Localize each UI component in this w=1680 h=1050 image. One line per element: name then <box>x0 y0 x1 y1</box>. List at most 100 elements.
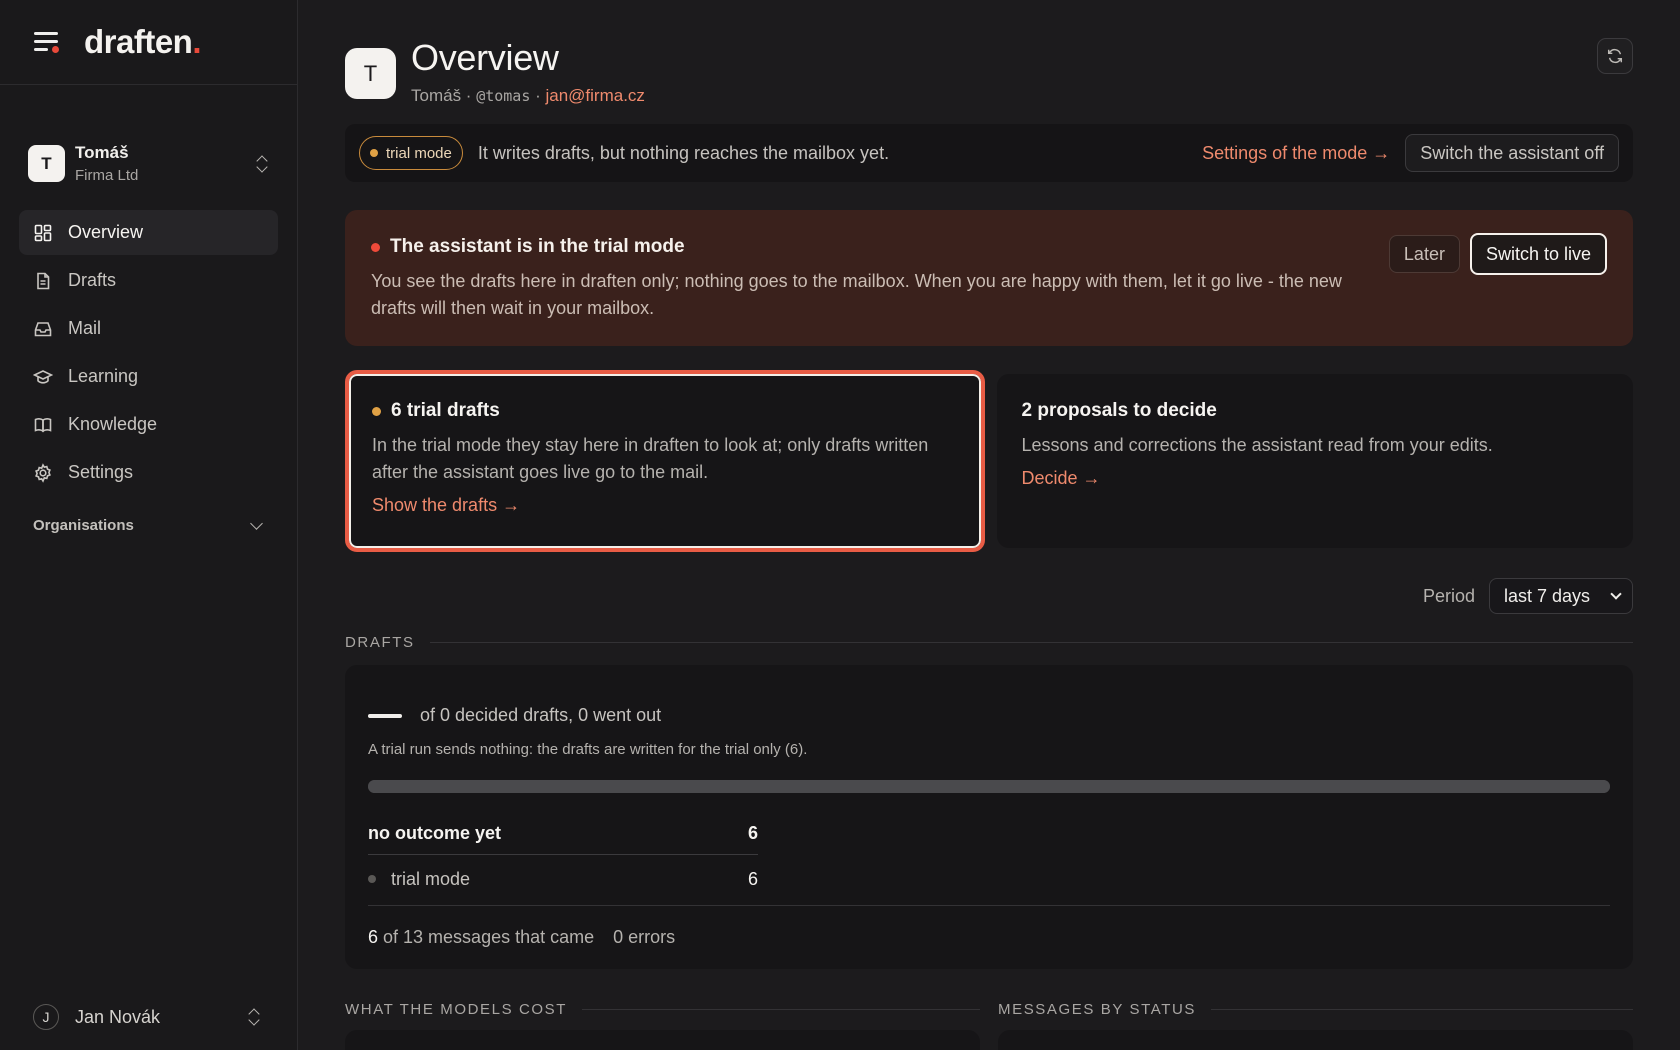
account-avatar: T <box>28 145 65 182</box>
errors-count: 0 errors <box>613 927 676 947</box>
bottom-panels <box>345 1030 1633 1050</box>
sidebar-item-knowledge[interactable]: Knowledge <box>19 402 278 447</box>
divider <box>582 1009 980 1010</box>
divider <box>1211 1009 1633 1010</box>
messages-by-status-heading: MESSAGES BY STATUS <box>998 1001 1633 1018</box>
alert-title-text: The assistant is in the trial mode <box>390 236 685 257</box>
progress-fill <box>368 780 1610 793</box>
book-icon <box>33 415 53 435</box>
drafts-footer: 6 of 13 messages that came 0 errors <box>368 905 1610 969</box>
chevron-up-down-icon <box>247 1008 261 1026</box>
period-filter: Period last 7 days <box>345 578 1633 614</box>
section-title: WHAT THE MODELS COST <box>345 1001 568 1018</box>
messages-by-status-panel <box>998 1030 1633 1050</box>
status-dot <box>370 149 378 157</box>
page-subtitle: Tomáš · @tomas · jan@firma.cz <box>411 86 645 106</box>
card-title: 6 trial drafts <box>391 400 500 421</box>
sidebar-item-label: Knowledge <box>68 414 158 434</box>
table-row: no outcome yet 6 <box>368 813 758 855</box>
brand-bar: draften. <box>0 0 297 85</box>
drafts-panel: of 0 decided drafts, 0 went out A trial … <box>345 665 1633 969</box>
profile-email-link[interactable]: jan@firma.cz <box>545 86 644 105</box>
drafts-section-heading: DRAFTS <box>345 634 1633 651</box>
switch-assistant-off-button[interactable]: Switch the assistant off <box>1405 134 1619 172</box>
mode-badge: trial mode <box>359 136 463 170</box>
drafts-summary: of 0 decided drafts, 0 went out <box>420 705 662 725</box>
chevron-up-down-icon <box>255 155 269 173</box>
show-drafts-link[interactable]: Show the drafts → <box>372 495 959 516</box>
card-body: In the trial mode they stay here in draf… <box>372 435 929 482</box>
row-label: no outcome yet <box>368 823 502 843</box>
main-content: T Overview Tomáš · @tomas · jan@firma.cz… <box>345 0 1633 1050</box>
decide-link[interactable]: Decide → <box>1022 468 1609 489</box>
sidebar-item-overview[interactable]: Overview <box>19 210 278 255</box>
mode-description: It writes drafts, but nothing reaches th… <box>477 142 890 163</box>
avatar: J <box>33 1004 59 1030</box>
table-row: trial mode 6 <box>368 855 758 903</box>
row-value: 6 <box>747 868 758 889</box>
account-org: Firma Ltd <box>75 167 139 184</box>
profile-handle: @tomas <box>476 87 531 105</box>
user-menu[interactable]: J Jan Novák <box>33 1004 261 1030</box>
alert-dot <box>371 242 380 252</box>
inbox-icon <box>33 319 53 339</box>
sidebar-item-label: Drafts <box>68 270 117 290</box>
period-select[interactable]: last 7 days <box>1489 578 1633 614</box>
period-value: last 7 days <box>1504 585 1591 606</box>
sidebar-item-drafts[interactable]: Drafts <box>19 258 278 303</box>
chevron-down-icon <box>250 517 263 530</box>
avatar: T <box>345 48 396 99</box>
sidebar-nav: Overview Drafts Mail Learning Knowledge … <box>0 210 297 495</box>
row-value: 6 <box>747 823 758 843</box>
sidebar-item-label: Learning <box>68 366 139 386</box>
messages-count: 6 <box>368 927 379 947</box>
section-title: MESSAGES BY STATUS <box>998 1001 1197 1018</box>
grid-icon <box>33 223 53 243</box>
gear-icon <box>33 462 53 483</box>
card-title: 2 proposals to decide <box>1021 400 1217 421</box>
trial-drafts-card: 6 trial drafts In the trial mode they st… <box>345 370 985 552</box>
account-name: Tomáš <box>75 143 129 162</box>
sidebar-item-learning[interactable]: Learning <box>19 354 278 399</box>
later-button[interactable]: Later <box>1388 235 1460 273</box>
status-dot <box>372 406 381 416</box>
drafts-note: A trial run sends nothing: the drafts ar… <box>368 741 808 758</box>
sidebar-item-settings[interactable]: Settings <box>19 450 278 495</box>
mode-bar: trial mode It writes drafts, but nothing… <box>345 124 1633 182</box>
section-title: DRAFTS <box>345 634 415 651</box>
status-dot <box>368 875 376 883</box>
user-name: Jan Novák <box>75 1006 161 1027</box>
organisations-toggle[interactable]: Organisations <box>0 517 297 534</box>
page-header: T Overview Tomáš · @tomas · jan@firma.cz <box>345 0 1633 120</box>
mode-badge-label: trial mode <box>386 144 452 162</box>
summary-cards: 6 trial drafts In the trial mode they st… <box>345 370 1633 552</box>
switch-to-live-button[interactable]: Switch to live <box>1469 233 1607 275</box>
graduation-cap-icon <box>33 367 53 387</box>
account-switcher[interactable]: T Tomáš Firma Ltd <box>0 85 297 210</box>
outcome-table: no outcome yet 6 trial mode 6 <box>368 813 758 903</box>
dash-indicator <box>368 713 402 718</box>
sidebar-item-label: Overview <box>68 222 144 242</box>
models-cost-heading: WHAT THE MODELS COST <box>345 1001 980 1018</box>
sidebar-item-label: Mail <box>68 318 102 338</box>
chevron-down-icon <box>1610 588 1622 600</box>
menu-icon[interactable] <box>32 30 62 54</box>
bottom-section-headings: WHAT THE MODELS COST MESSAGES BY STATUS <box>345 1001 1633 1018</box>
refresh-button[interactable] <box>1597 38 1633 74</box>
models-cost-panel <box>345 1030 980 1050</box>
messages-text: of 13 messages that came <box>383 927 595 947</box>
document-icon <box>33 271 53 291</box>
divider <box>429 642 1633 643</box>
sidebar-item-mail[interactable]: Mail <box>19 306 278 351</box>
proposals-card: 2 proposals to decide Lessons and correc… <box>996 374 1633 548</box>
period-label: Period <box>1422 585 1475 606</box>
row-label: trial mode <box>391 868 471 889</box>
page-title: Overview <box>411 37 559 78</box>
drafts-progress-bar <box>368 780 1610 793</box>
mode-settings-link[interactable]: Settings of the mode → <box>1202 143 1390 164</box>
logo[interactable]: draften. <box>84 23 201 61</box>
separator: · <box>530 86 546 105</box>
sidebar: draften. T Tomáš Firma Ltd Overview Draf… <box>0 0 298 1050</box>
alert-body: You see the drafts here in draften only;… <box>371 271 1342 318</box>
sidebar-item-label: Settings <box>68 462 134 482</box>
